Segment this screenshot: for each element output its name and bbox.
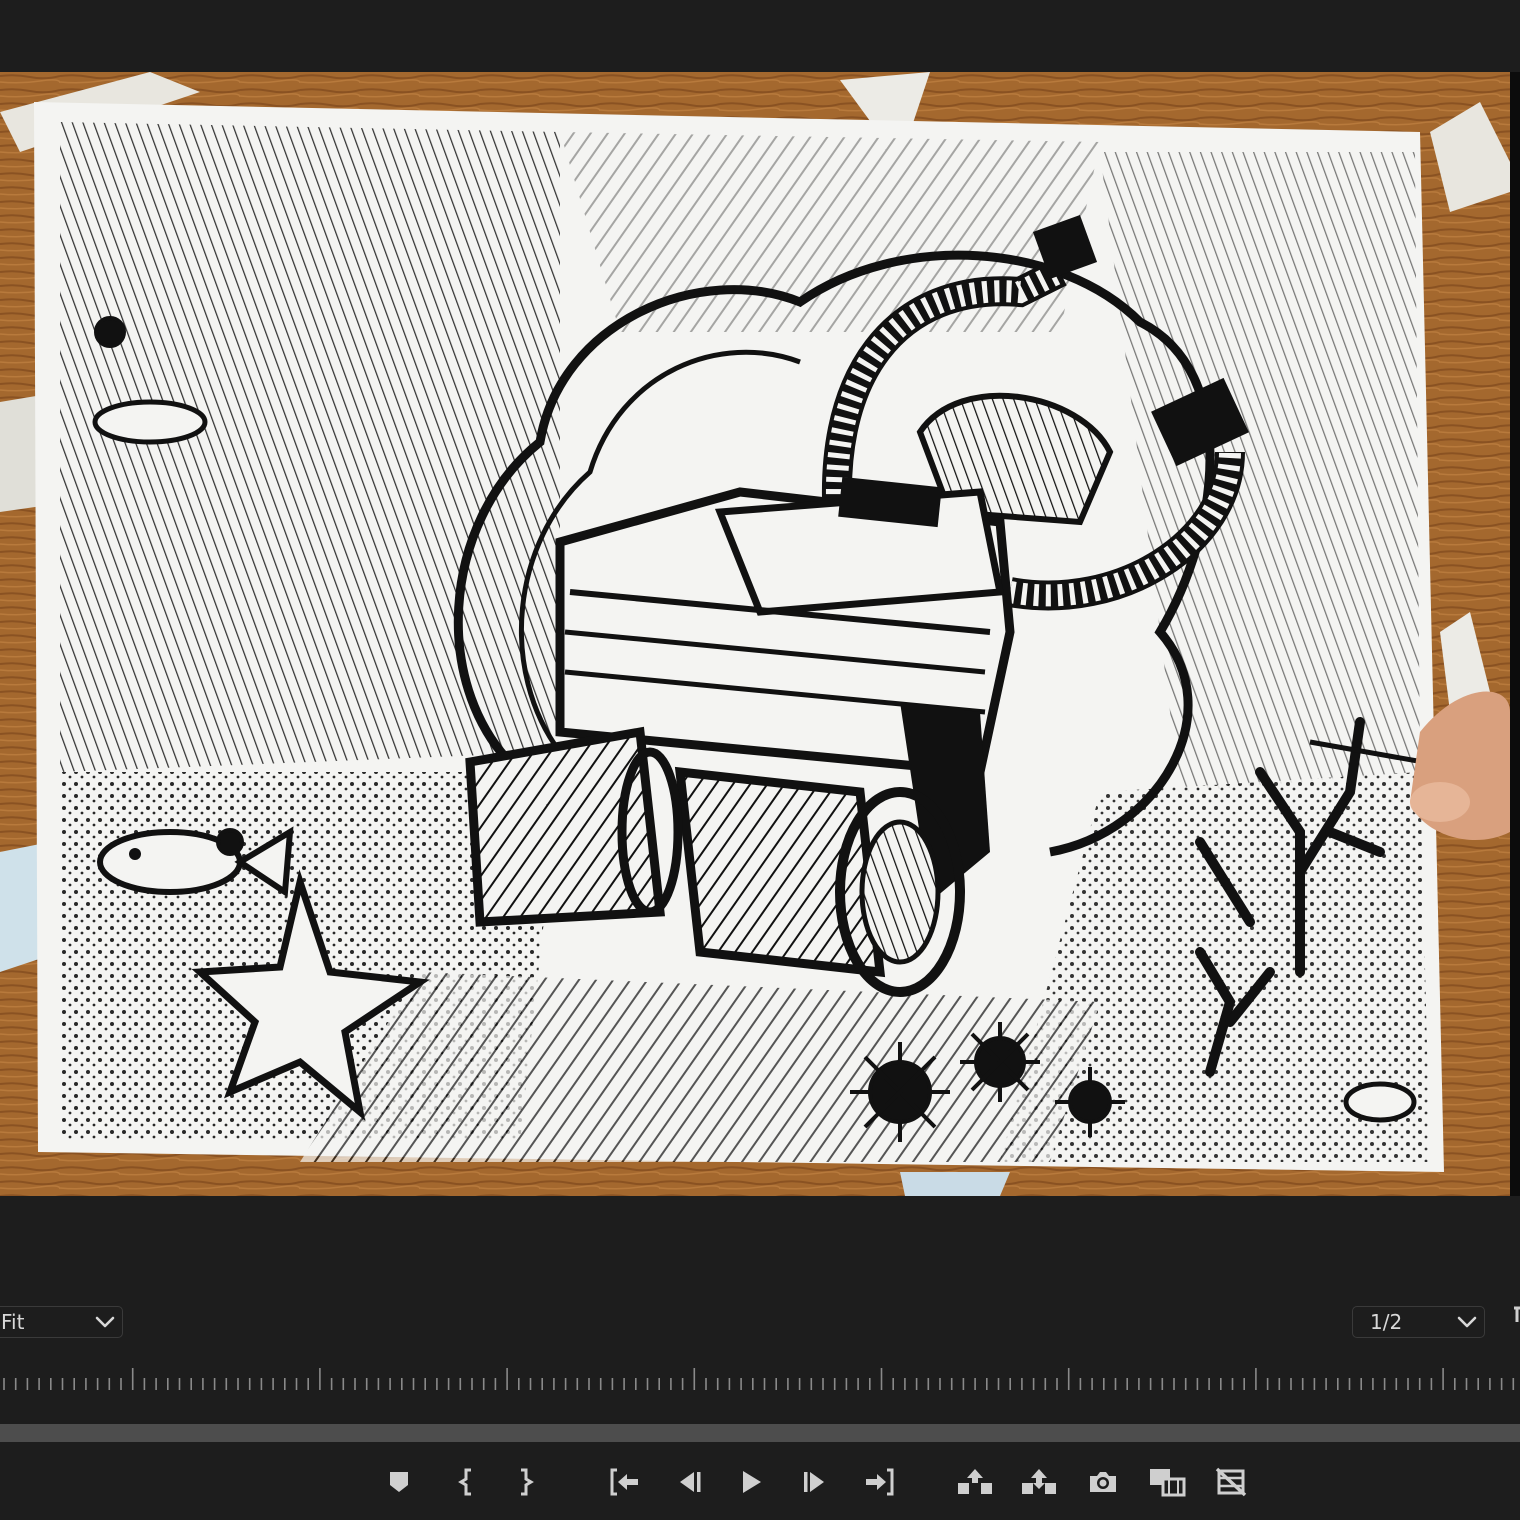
add-marker-button[interactable] <box>375 1452 423 1512</box>
playback-resolution-select[interactable]: 1/2 <box>1352 1306 1485 1338</box>
step-back-icon <box>680 1472 701 1492</box>
step-forward-icon <box>804 1472 824 1492</box>
go-to-out-button[interactable] <box>855 1452 903 1512</box>
time-ruler[interactable] <box>0 1362 1520 1396</box>
zoom-level-value: Fit <box>1 1310 25 1334</box>
mark-out-button[interactable] <box>501 1452 549 1512</box>
panel-header <box>0 0 1520 72</box>
chevron-down-icon <box>88 1307 122 1337</box>
step-forward-button[interactable] <box>791 1452 839 1512</box>
comparison-view-button[interactable] <box>1143 1452 1191 1512</box>
lift-button[interactable] <box>951 1452 999 1512</box>
extract-button[interactable] <box>1015 1452 1063 1512</box>
toggle-proxies-button[interactable] <box>1207 1452 1255 1512</box>
play-icon <box>743 1471 761 1493</box>
transport-controls <box>0 1452 1520 1512</box>
proxy-off-icon <box>1215 1467 1247 1497</box>
lift-icon <box>958 1469 992 1494</box>
playback-resolution-value: 1/2 <box>1370 1310 1403 1334</box>
marker-icon <box>390 1472 408 1492</box>
mark-out-icon <box>521 1468 534 1496</box>
go-to-in-button[interactable] <box>601 1452 649 1512</box>
extract-icon <box>1022 1469 1056 1494</box>
zoom-scroll-bar[interactable] <box>0 1424 1520 1442</box>
go-to-out-icon <box>866 1468 894 1496</box>
export-frame-button[interactable] <box>1079 1452 1127 1512</box>
program-monitor-viewer[interactable] <box>0 72 1520 1196</box>
go-to-in-icon <box>610 1468 638 1496</box>
camera-icon <box>1090 1472 1116 1492</box>
chevron-down-icon <box>1450 1307 1484 1337</box>
step-back-button[interactable] <box>665 1452 713 1512</box>
comparison-view-icon <box>1150 1469 1186 1497</box>
zoom-level-select[interactable]: Fit <box>0 1306 123 1338</box>
mark-in-icon <box>458 1468 471 1496</box>
play-button[interactable] <box>727 1452 775 1512</box>
video-frame-ink-drawing <box>0 72 1520 1196</box>
settings-wrench-icon[interactable] <box>1504 1304 1520 1326</box>
mark-in-button[interactable] <box>443 1452 491 1512</box>
